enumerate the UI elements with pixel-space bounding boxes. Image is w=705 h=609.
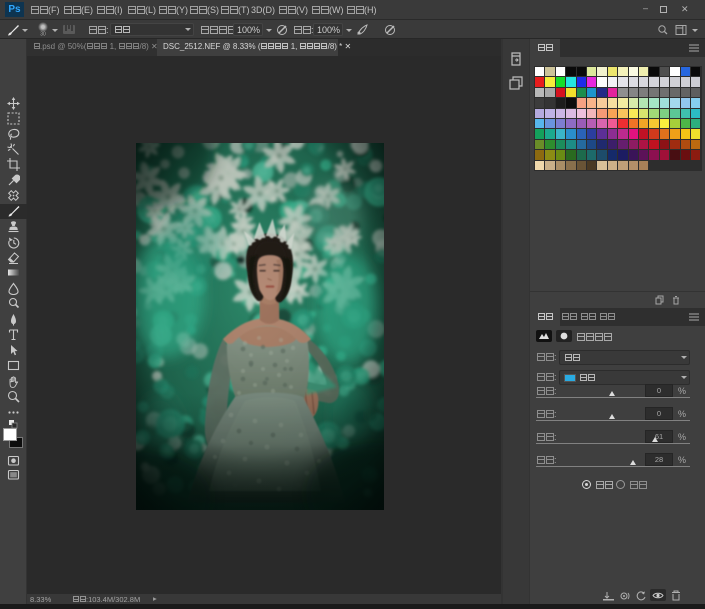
svg-text:30: 30 [40,32,46,37]
